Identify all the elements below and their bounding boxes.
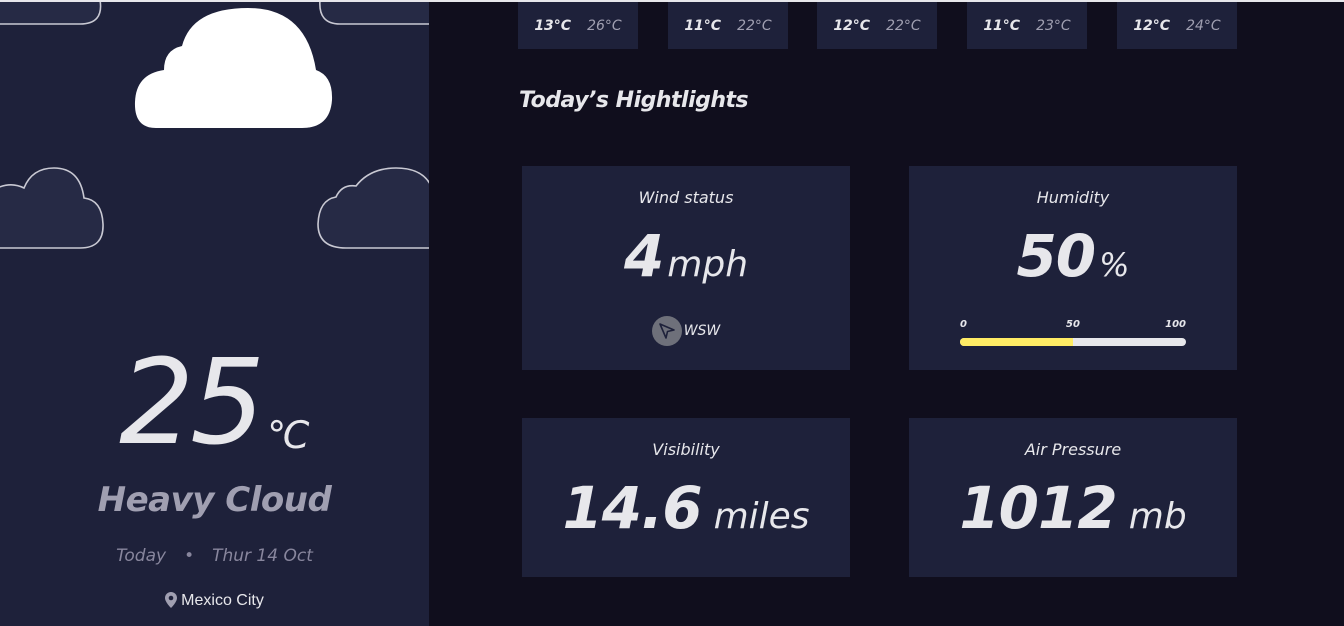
forecast-max-temp: 12°C (833, 17, 871, 34)
pressure-unit: mb (1128, 496, 1187, 537)
wind-direction: WSW (522, 316, 850, 346)
visibility-value: 14.6 miles (522, 474, 850, 542)
humidity-value: 50% (909, 222, 1237, 290)
forecast-min-temp: 23°C (1036, 17, 1071, 34)
pressure-number: 1012 (959, 474, 1117, 542)
highlights-title: Today’s Hightlights (519, 88, 749, 113)
forecast-card[interactable]: 12°C 24°C (1117, 2, 1237, 49)
humidity-bar-fill (960, 338, 1073, 346)
weather-condition: Heavy Cloud (97, 480, 332, 520)
temperature-value: 25 (119, 333, 265, 471)
visibility-label: Visibility (652, 440, 720, 459)
separator-dot: • (184, 546, 195, 566)
scale-min: 0 (960, 319, 967, 330)
pressure-label: Air Pressure (1024, 440, 1122, 459)
humidity-card: Humidity 50% 0 50 100 (909, 166, 1237, 370)
forecast-min-temp: 26°C (587, 17, 622, 34)
forecast-max-temp: 11°C (983, 17, 1021, 34)
date-value: Thur 14 Oct (212, 546, 313, 566)
forecast-max-temp: 11°C (684, 17, 722, 34)
location-name: Mexico City (181, 592, 264, 609)
forecast-min-temp: 22°C (737, 17, 772, 34)
date-label: Today (116, 546, 167, 566)
wind-status-card: Wind status 4 mph WSW (522, 166, 850, 370)
location: Mexico City (0, 592, 429, 610)
map-pin-icon (165, 592, 178, 608)
current-weather-sidebar: 25 ℃ Heavy Cloud Today • Thur 14 Oct Mexico… (0, 2, 429, 626)
date-row: Today • Thur 14 Oct (0, 546, 429, 566)
humidity-label: Humidity (1036, 188, 1110, 207)
visibility-card: Visibility 14.6 miles (522, 418, 850, 577)
forecast-card[interactable]: 11°C 23°C (967, 2, 1087, 49)
wind-unit: mph (667, 244, 749, 285)
humidity-number: 50 (1016, 222, 1096, 290)
visibility-unit: miles (713, 496, 810, 537)
forecast-card[interactable]: 12°C 22°C (817, 2, 937, 49)
wind-value: 4 mph (522, 222, 850, 290)
forecast-card[interactable]: 11°C 22°C (668, 2, 788, 49)
humidity-unit: % (1099, 246, 1130, 284)
forecast-min-temp: 24°C (1186, 17, 1221, 34)
humidity-scale: 0 50 100 (960, 319, 1186, 333)
wind-speed: 4 (623, 222, 664, 290)
air-pressure-card: Air Pressure 1012 mb (909, 418, 1237, 577)
cloud-icon (134, 8, 333, 128)
scale-max: 100 (1165, 319, 1186, 330)
forecast-max-temp: 12°C (1133, 17, 1171, 34)
wind-label: Wind status (638, 188, 734, 207)
humidity-bar (960, 338, 1186, 346)
wind-direction-label: WSW (683, 323, 721, 339)
visibility-number: 14.6 (562, 474, 702, 542)
pressure-value: 1012 mb (909, 474, 1237, 542)
scale-mid: 50 (1066, 319, 1080, 330)
temperature-unit: ℃ (267, 413, 310, 457)
navigation-arrow-icon (651, 316, 682, 346)
forecast-min-temp: 22°C (886, 17, 921, 34)
current-temperature: 25 ℃ (0, 337, 429, 467)
forecast-max-temp: 13°C (534, 17, 572, 34)
forecast-card[interactable]: 13°C 26°C (518, 2, 638, 49)
